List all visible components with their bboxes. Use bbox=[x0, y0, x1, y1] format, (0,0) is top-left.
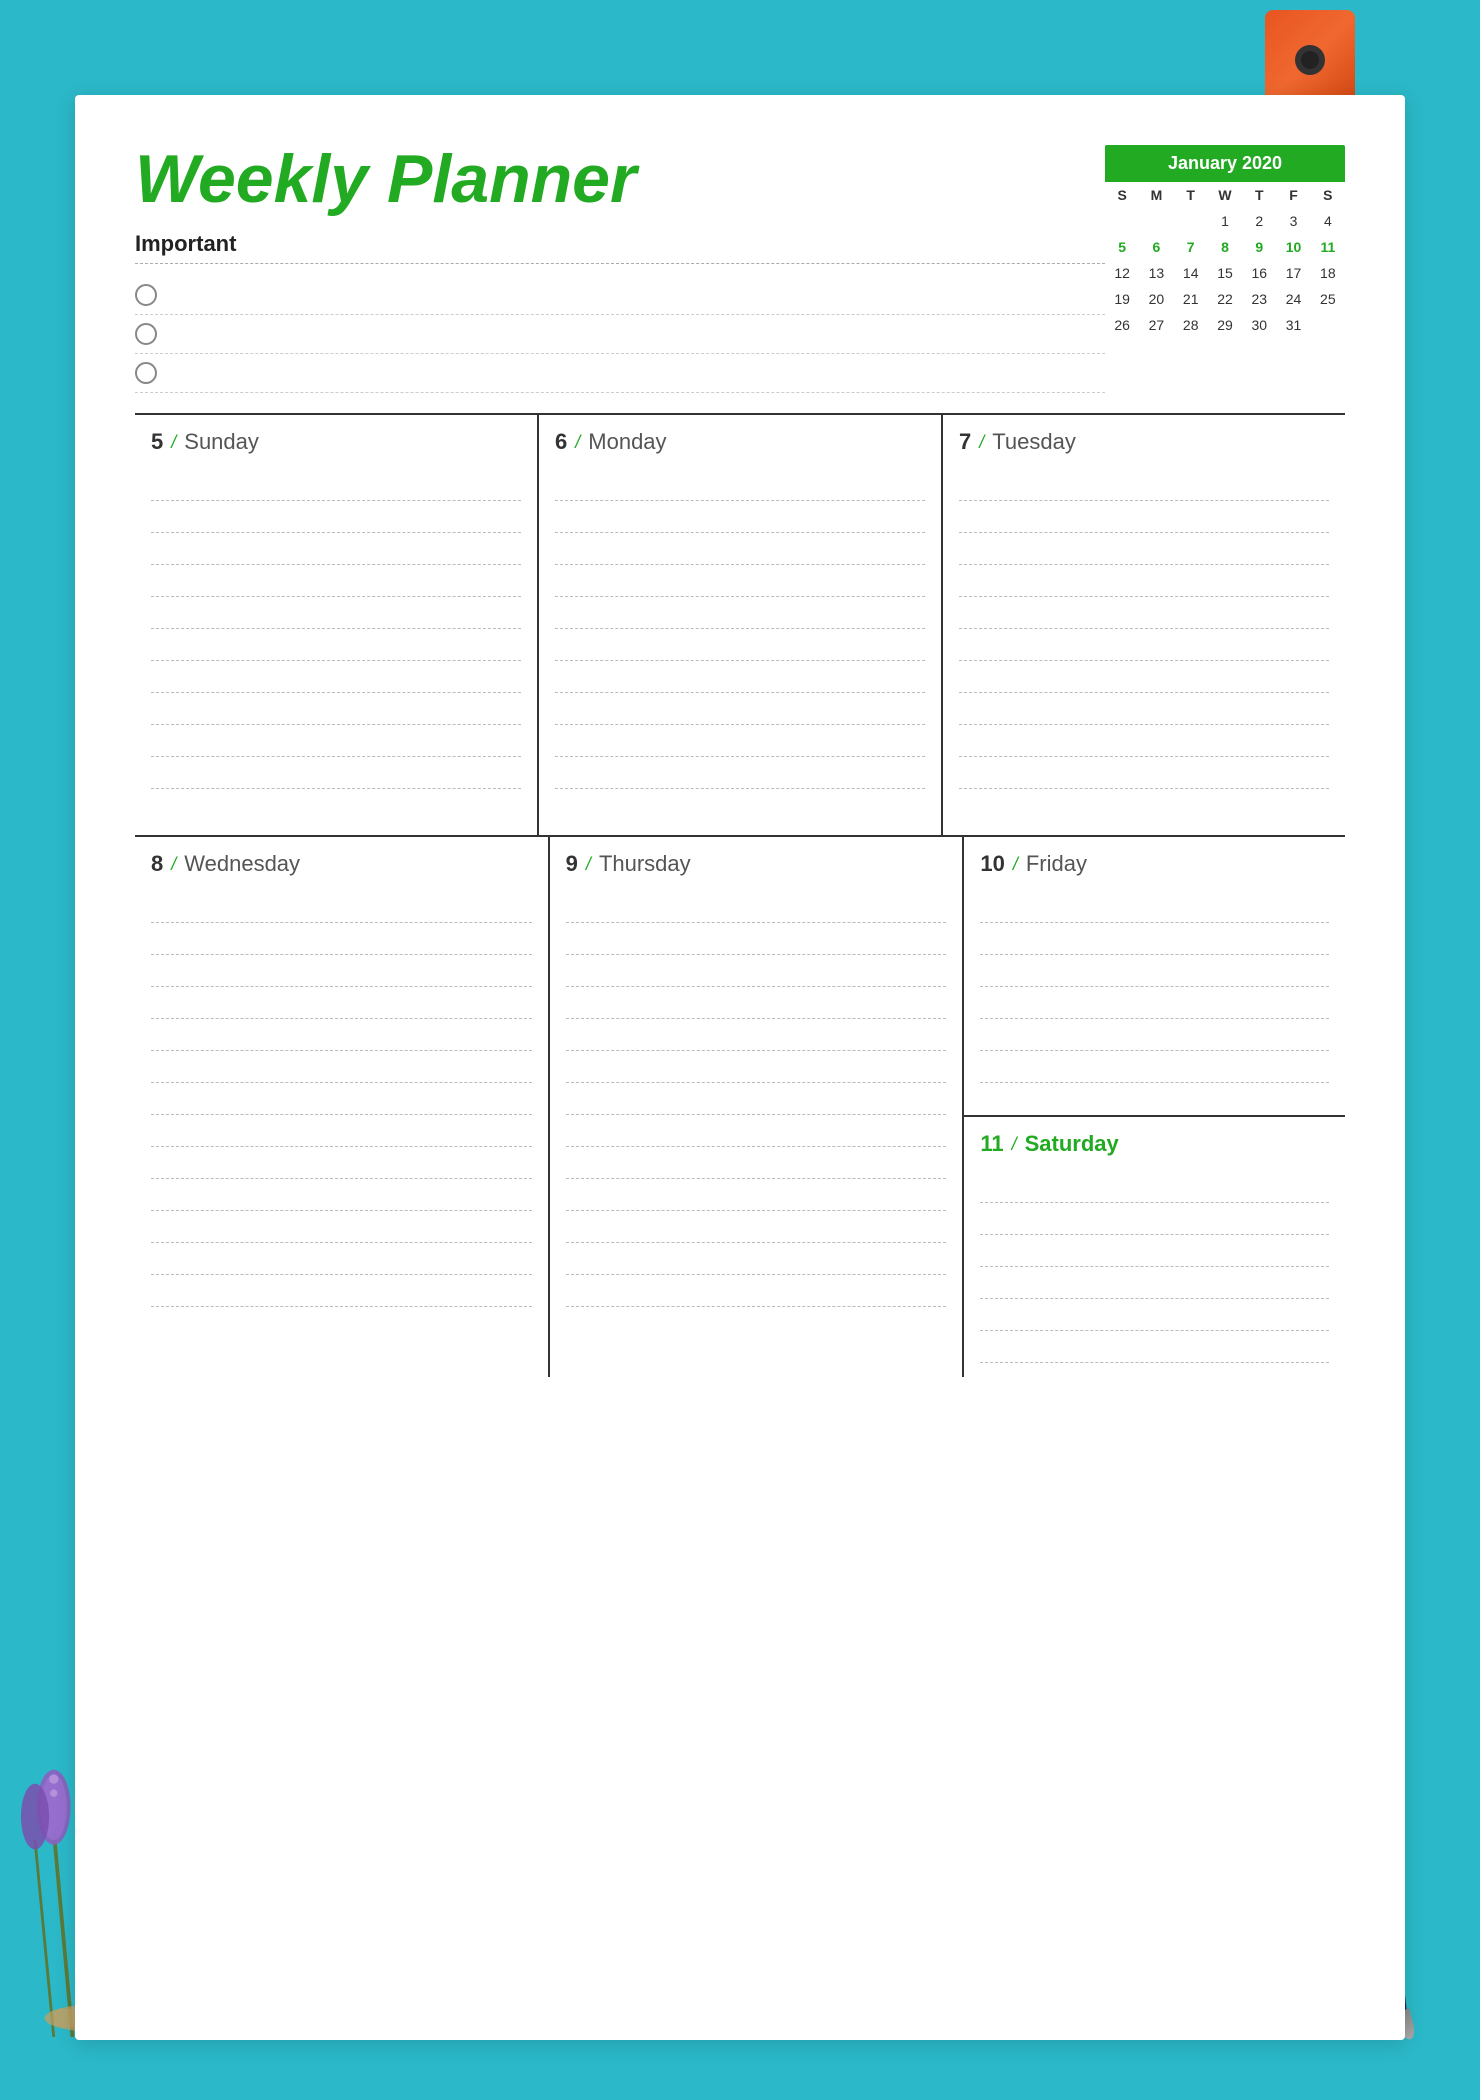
day-header-wednesday: 8 / Wednesday bbox=[151, 851, 532, 877]
header: Weekly Planner Important January 2020 S … bbox=[135, 145, 1345, 393]
cal-col-w: W bbox=[1208, 182, 1242, 208]
cal-col-t2: T bbox=[1242, 182, 1276, 208]
slash-saturday: / bbox=[1012, 1134, 1017, 1155]
checkbox-3[interactable] bbox=[135, 362, 157, 384]
day-cell-saturday: 11 / Saturday bbox=[964, 1117, 1345, 1377]
day-header-tuesday: 7 / Tuesday bbox=[959, 429, 1329, 455]
wednesday-lines bbox=[151, 891, 532, 1307]
checkbox-row-1[interactable] bbox=[135, 276, 1105, 315]
slash-friday: / bbox=[1013, 854, 1018, 875]
day-cell-tuesday: 7 / Tuesday bbox=[943, 415, 1345, 835]
day-cell-friday: 10 / Friday bbox=[964, 837, 1345, 1117]
paper: Weekly Planner Important January 2020 S … bbox=[75, 95, 1405, 2040]
day-name-thursday: Thursday bbox=[599, 851, 691, 877]
day-name-tuesday: Tuesday bbox=[992, 429, 1076, 455]
cal-week-3: 12 13 14 15 16 17 18 bbox=[1105, 260, 1345, 286]
day-cell-wednesday: 8 / Wednesday bbox=[135, 837, 550, 1377]
day-header-sunday: 5 / Sunday bbox=[151, 429, 521, 455]
day-num-6: 6 bbox=[555, 429, 567, 455]
thursday-lines bbox=[566, 891, 947, 1307]
monday-lines bbox=[555, 469, 925, 789]
days-container: 5 / Sunday bbox=[135, 413, 1345, 1377]
slash-tuesday: / bbox=[979, 432, 984, 453]
saturday-lines bbox=[980, 1171, 1329, 1363]
calendar-header: January 2020 bbox=[1105, 145, 1345, 182]
slash-monday: / bbox=[575, 432, 580, 453]
day-name-friday: Friday bbox=[1026, 851, 1087, 877]
day-num-9: 9 bbox=[566, 851, 578, 877]
slash-wednesday: / bbox=[171, 854, 176, 875]
days-row-1: 5 / Sunday bbox=[135, 413, 1345, 835]
checkbox-2[interactable] bbox=[135, 323, 157, 345]
day-num-5: 5 bbox=[151, 429, 163, 455]
checkbox-row-3[interactable] bbox=[135, 354, 1105, 393]
day-header-friday: 10 / Friday bbox=[980, 851, 1329, 877]
tuesday-lines bbox=[959, 469, 1329, 789]
cal-col-m: M bbox=[1139, 182, 1173, 208]
day-name-wednesday: Wednesday bbox=[184, 851, 300, 877]
day-name-sunday: Sunday bbox=[184, 429, 259, 455]
checkbox-1[interactable] bbox=[135, 284, 157, 306]
day-num-7: 7 bbox=[959, 429, 971, 455]
cal-col-f: F bbox=[1276, 182, 1310, 208]
checkbox-row-2[interactable] bbox=[135, 315, 1105, 354]
page-title: Weekly Planner bbox=[135, 145, 1105, 213]
cal-week-5: 26 27 28 29 30 31 bbox=[1105, 312, 1345, 338]
slash-thursday: / bbox=[586, 854, 591, 875]
day-cell-monday: 6 / Monday bbox=[539, 415, 943, 835]
day-header-saturday: 11 / Saturday bbox=[980, 1131, 1329, 1157]
day-cell-sunday: 5 / Sunday bbox=[135, 415, 539, 835]
cal-col-s1: S bbox=[1105, 182, 1139, 208]
cal-week-2: 5 6 7 8 9 10 11 bbox=[1105, 234, 1345, 260]
slash-sunday: / bbox=[171, 432, 176, 453]
day-num-8: 8 bbox=[151, 851, 163, 877]
cal-col-t1: T bbox=[1174, 182, 1208, 208]
header-left: Weekly Planner Important bbox=[135, 145, 1105, 393]
day-num-10: 10 bbox=[980, 851, 1004, 877]
sunday-lines bbox=[151, 469, 521, 789]
important-label: Important bbox=[135, 231, 1105, 264]
friday-lines bbox=[980, 891, 1329, 1083]
day-name-saturday: Saturday bbox=[1025, 1131, 1119, 1157]
cal-col-s2: S bbox=[1311, 182, 1345, 208]
cal-week-1: 1 2 3 4 bbox=[1105, 208, 1345, 234]
day-header-thursday: 9 / Thursday bbox=[566, 851, 947, 877]
mini-calendar: January 2020 S M T W T F S bbox=[1105, 145, 1345, 338]
day-cell-thursday: 9 / Thursday bbox=[550, 837, 965, 1377]
day-num-11: 11 bbox=[980, 1131, 1003, 1157]
day-header-monday: 6 / Monday bbox=[555, 429, 925, 455]
calendar-table: S M T W T F S 1 2 bbox=[1105, 182, 1345, 338]
cal-week-4: 19 20 21 22 23 24 25 bbox=[1105, 286, 1345, 312]
day-name-monday: Monday bbox=[588, 429, 666, 455]
day-cell-fri-sat: 10 / Friday 11 bbox=[964, 837, 1345, 1377]
days-row-2: 8 / Wednesday bbox=[135, 835, 1345, 1377]
